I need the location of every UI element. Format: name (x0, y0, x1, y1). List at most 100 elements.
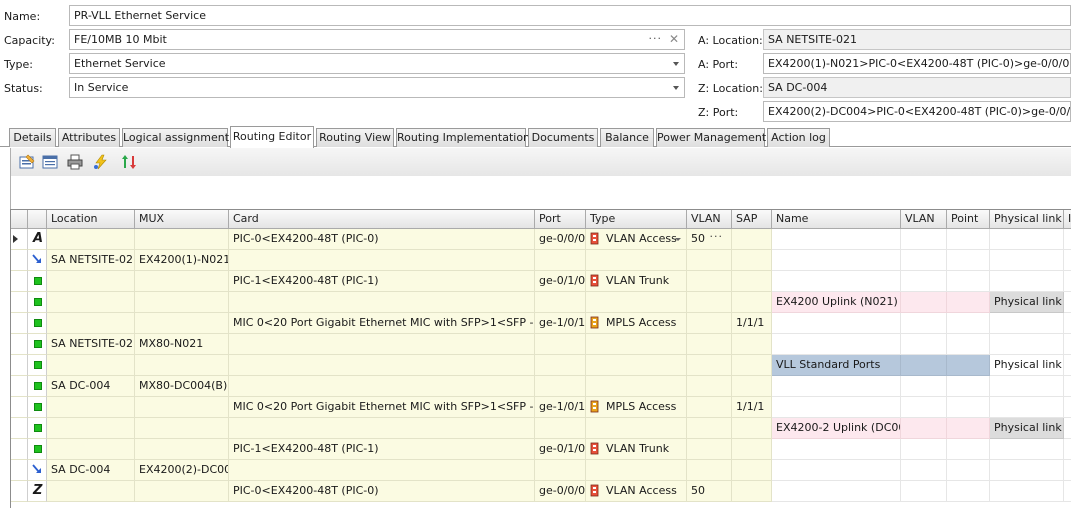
vlan2-cell[interactable] (901, 334, 947, 355)
card-cell[interactable] (229, 355, 535, 376)
port-cell[interactable]: ge-0/0/0 (535, 229, 586, 250)
z-port-field[interactable]: EX4200(2)-DC004>PIC-0<EX4200-48T (PIC-0)… (763, 101, 1071, 122)
mux-cell[interactable] (135, 271, 229, 292)
physical-link-cell[interactable] (990, 481, 1064, 502)
table-row[interactable]: PIC-1<EX4200-48T (PIC-1) ge-0/1/0 VLAN Tru… (11, 271, 1071, 292)
column-header-card[interactable]: Card (229, 210, 535, 229)
type-cell[interactable] (586, 355, 687, 376)
vlan-cell[interactable] (687, 292, 732, 313)
sap-cell[interactable] (732, 271, 772, 292)
column-header-name[interactable]: Name (772, 210, 901, 229)
extra-cell[interactable] (1064, 229, 1071, 250)
vlan-cell[interactable]: 50 (687, 481, 732, 502)
extra-cell[interactable] (1064, 376, 1071, 397)
tab-balance[interactable]: Balance (600, 128, 654, 147)
point-cell[interactable] (947, 292, 990, 313)
physical-link-cell[interactable] (990, 460, 1064, 481)
capacity-clear-icon[interactable]: ✕ (669, 30, 679, 49)
port-cell[interactable] (535, 355, 586, 376)
location-cell[interactable]: SA DC-004 (47, 376, 135, 397)
table-row[interactable]: SA DC-004 MX80-DC004(B) (11, 376, 1071, 397)
physical-link-cell[interactable] (990, 229, 1064, 250)
mux-cell[interactable] (135, 418, 229, 439)
type-cell[interactable]: MPLS Access (586, 313, 687, 334)
point-cell[interactable] (947, 334, 990, 355)
column-header-mux[interactable]: MUX (135, 210, 229, 229)
location-cell[interactable]: SA NETSITE-021 (47, 250, 135, 271)
name-cell[interactable]: EX4200 Uplink (N021) (772, 292, 901, 313)
physical-link-cell[interactable] (990, 376, 1064, 397)
column-header-sap[interactable]: SAP (732, 210, 772, 229)
sap-cell[interactable] (732, 418, 772, 439)
name-field[interactable]: PR-VLL Ethernet Service (69, 5, 1071, 26)
table-row[interactable]: Z PIC-0<EX4200-48T (PIC-0) ge-0/0/0 VLAN Ac… (11, 481, 1071, 502)
physical-link-cell[interactable]: Physical link 3 (990, 418, 1064, 439)
capacity-field[interactable]: FE/10MB 10 Mbit ··· ✕ (69, 29, 685, 50)
mux-cell[interactable]: EX4200(1)-N021 (135, 250, 229, 271)
a-port-field[interactable]: EX4200(1)-N021>PIC-0<EX4200-48T (PIC-0)>… (763, 53, 1071, 74)
physical-link-cell[interactable] (990, 439, 1064, 460)
extra-cell[interactable] (1064, 355, 1071, 376)
z-location-field[interactable]: SA DC-004 (763, 77, 1071, 98)
vlan2-cell[interactable] (901, 418, 947, 439)
table-row[interactable]: EX4200 Uplink (N021) Physical link 1 (11, 292, 1071, 313)
tab-routing-editor[interactable]: Routing Editor (230, 126, 314, 148)
card-cell[interactable]: PIC-1<EX4200-48T (PIC-1) (229, 271, 535, 292)
mux-cell[interactable] (135, 355, 229, 376)
chevron-down-icon[interactable] (673, 86, 679, 90)
sap-cell[interactable]: 1/1/1 (732, 397, 772, 418)
port-cell[interactable]: ge-1/0/1 (535, 313, 586, 334)
vlan-cell[interactable] (687, 250, 732, 271)
capacity-browse-icon[interactable]: ··· (649, 30, 663, 48)
table-row[interactable]: SA NETSITE-021 MX80-N021 (11, 334, 1071, 355)
point-cell[interactable] (947, 397, 990, 418)
physical-link-cell[interactable] (990, 397, 1064, 418)
vlan-cell[interactable] (687, 460, 732, 481)
point-cell[interactable] (947, 460, 990, 481)
tab-logical-assignment[interactable]: Logical assignment (122, 128, 229, 147)
port-cell[interactable] (535, 418, 586, 439)
physical-link-cell[interactable] (990, 313, 1064, 334)
name-cell[interactable] (772, 250, 901, 271)
point-cell[interactable] (947, 250, 990, 271)
tab-routing-implementation[interactable]: Routing Implementation (396, 128, 530, 147)
name-cell[interactable]: EX4200-2 Uplink (DC004) (772, 418, 901, 439)
sap-cell[interactable] (732, 439, 772, 460)
chevron-down-icon[interactable] (673, 62, 679, 66)
mux-cell[interactable]: EX4200(2)-DC004 (135, 460, 229, 481)
location-cell[interactable] (47, 481, 135, 502)
port-cell[interactable] (535, 376, 586, 397)
extra-cell[interactable] (1064, 460, 1071, 481)
vlan2-cell[interactable] (901, 271, 947, 292)
name-cell[interactable] (772, 271, 901, 292)
vlan-cell[interactable] (687, 376, 732, 397)
port-cell[interactable]: ge-0/1/0 (535, 439, 586, 460)
location-cell[interactable] (47, 418, 135, 439)
print-icon[interactable] (67, 154, 83, 170)
name-cell[interactable] (772, 397, 901, 418)
column-header-vlan-2[interactable]: VLAN (901, 210, 947, 229)
table-row[interactable]: MIC 0<20 Port Gigabit Ethernet MIC with … (11, 397, 1071, 418)
vlan2-cell[interactable] (901, 292, 947, 313)
vlan2-cell[interactable] (901, 313, 947, 334)
card-cell[interactable] (229, 250, 535, 271)
sap-cell[interactable] (732, 481, 772, 502)
vlan2-cell[interactable] (901, 376, 947, 397)
card-cell[interactable]: PIC-0<EX4200-48T (PIC-0) (229, 481, 535, 502)
vlan2-cell[interactable] (901, 460, 947, 481)
point-cell[interactable] (947, 229, 990, 250)
mux-cell[interactable] (135, 397, 229, 418)
chevron-down-icon[interactable] (675, 238, 681, 241)
tab-power-management[interactable]: Power Management (656, 128, 766, 147)
card-cell[interactable]: MIC 0<20 Port Gigabit Ethernet MIC with … (229, 313, 535, 334)
table-row[interactable]: VLL Standard Ports Physical link 2 (11, 355, 1071, 376)
type-select[interactable]: Ethernet Service (69, 53, 685, 74)
vlan-cell[interactable] (687, 418, 732, 439)
vlan-cell[interactable] (687, 334, 732, 355)
extra-cell[interactable] (1064, 481, 1071, 502)
physical-link-cell[interactable] (990, 334, 1064, 355)
vlan2-cell[interactable] (901, 439, 947, 460)
extra-cell[interactable] (1064, 334, 1071, 355)
point-cell[interactable] (947, 439, 990, 460)
extra-cell[interactable] (1064, 271, 1071, 292)
